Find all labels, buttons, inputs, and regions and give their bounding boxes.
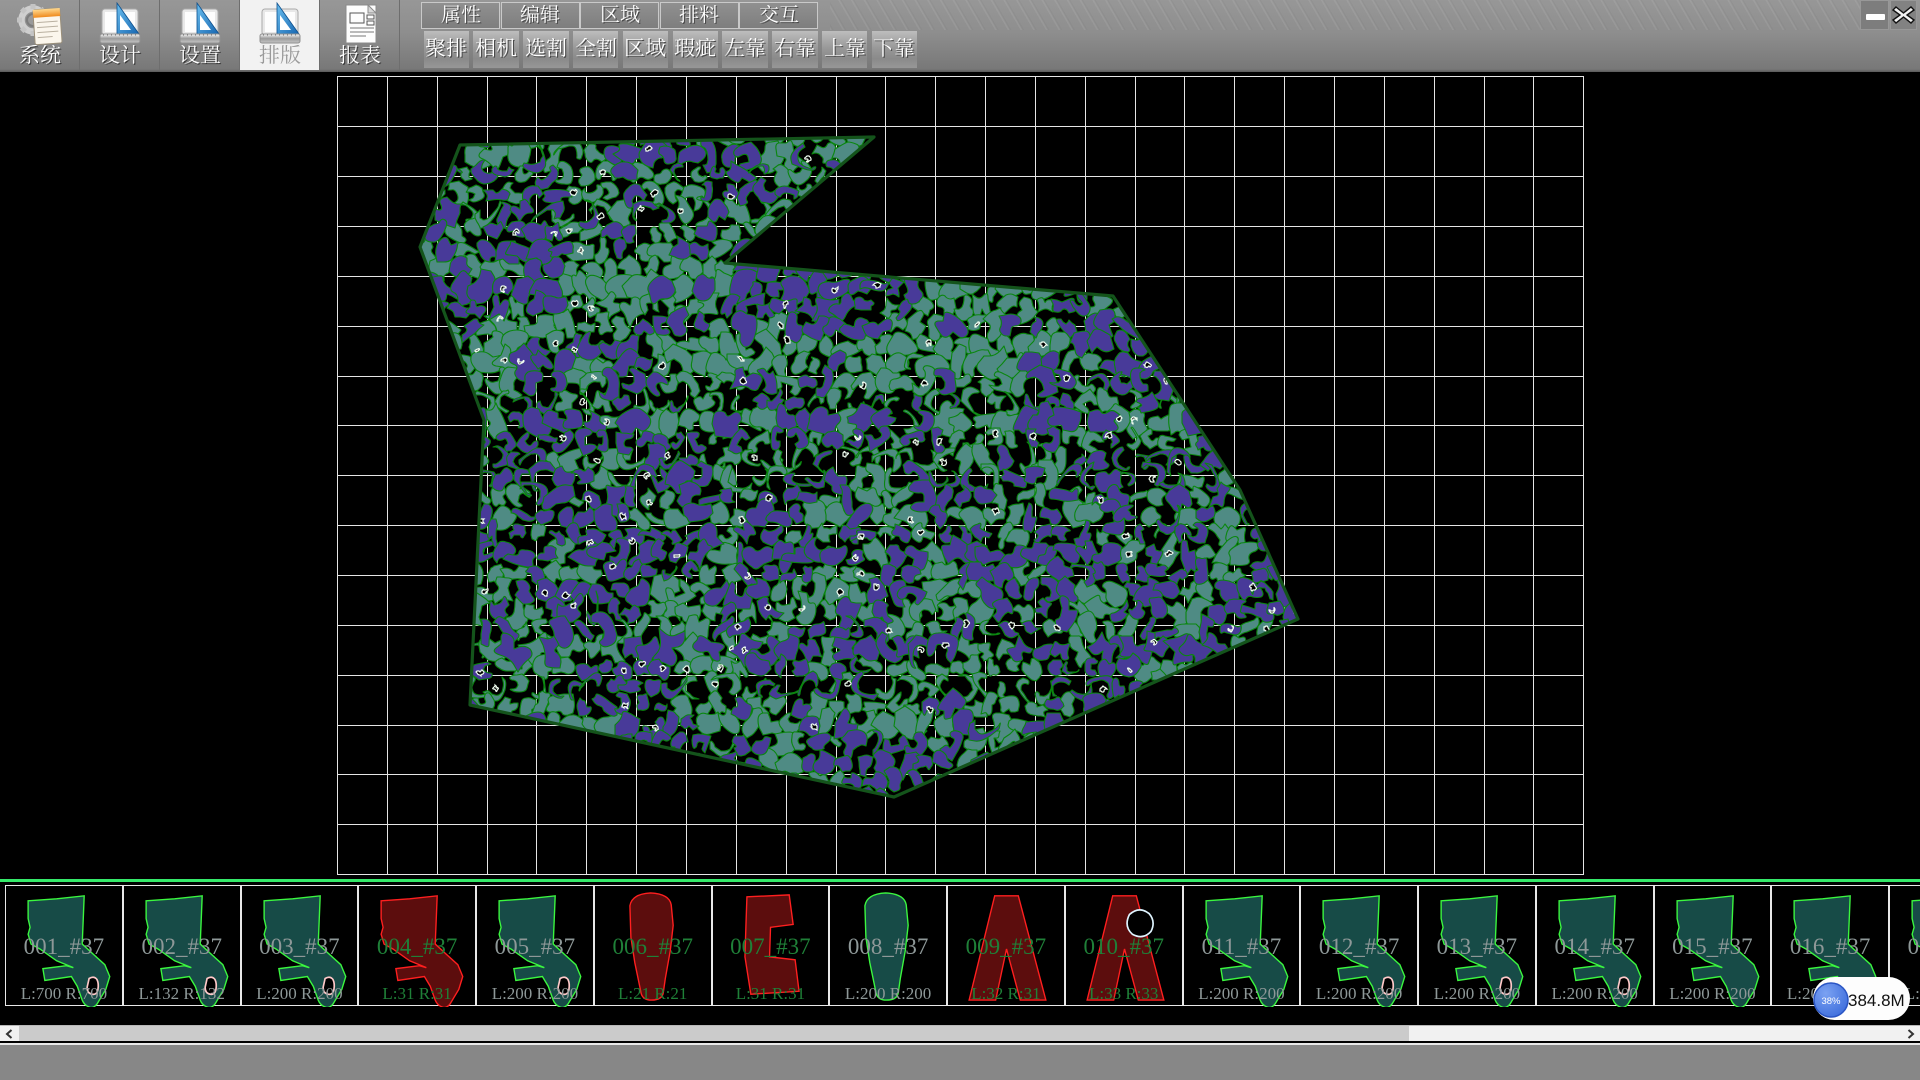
svg-text:38%: 38% [1821,996,1841,1007]
